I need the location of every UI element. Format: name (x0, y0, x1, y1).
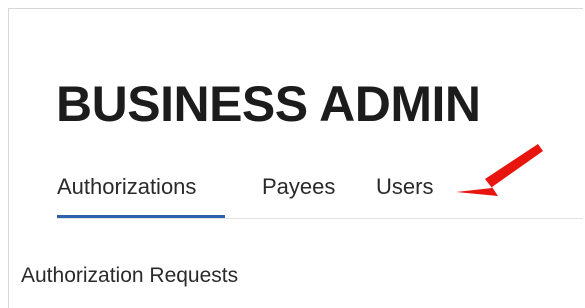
section-heading: Authorization Requests (21, 264, 239, 287)
tab-bar: Authorizations Payees Users (57, 172, 456, 218)
page-title: BUSINESS ADMIN (56, 76, 481, 132)
red-arrow-icon (456, 144, 543, 196)
tabs-divider (57, 218, 583, 219)
red-arrow-shape (456, 144, 543, 196)
tab-payees-label: Payees (262, 174, 336, 199)
tab-users-label: Users (376, 174, 434, 199)
tab-users[interactable]: Users (376, 172, 456, 218)
tab-authorizations[interactable]: Authorizations (57, 172, 262, 218)
tab-authorizations-label: Authorizations (57, 174, 197, 199)
tab-payees[interactable]: Payees (262, 172, 376, 218)
